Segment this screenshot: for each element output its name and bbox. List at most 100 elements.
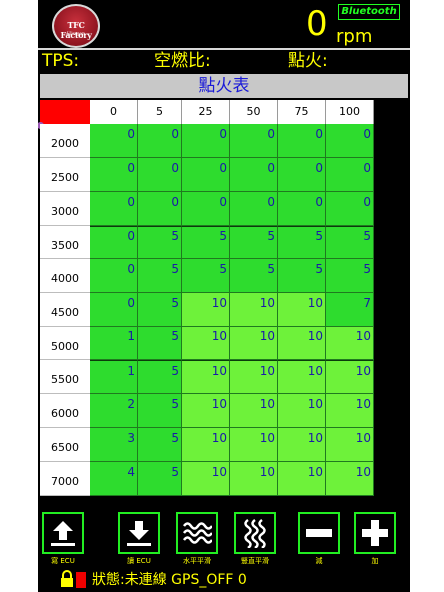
- table-cell[interactable]: 10: [230, 394, 278, 428]
- bluetooth-button[interactable]: Bluetooth: [338, 4, 400, 20]
- table-cell[interactable]: 10: [278, 428, 326, 462]
- row-header: 2500: [40, 158, 90, 192]
- table-cell[interactable]: 0: [326, 192, 374, 226]
- table-title: 點火表: [40, 74, 408, 98]
- table-cell[interactable]: 0: [278, 192, 326, 226]
- table-cell[interactable]: 4: [90, 462, 138, 496]
- table-cell[interactable]: 0: [90, 259, 138, 293]
- increase-button[interactable]: [354, 512, 396, 554]
- table-cell[interactable]: 5: [326, 259, 374, 293]
- table-cell[interactable]: 10: [326, 462, 374, 496]
- column-header: 25: [182, 100, 230, 124]
- table-cell[interactable]: 10: [326, 327, 374, 360]
- logo-subtext: Hiugen: [66, 31, 86, 37]
- table-cell[interactable]: 10: [230, 462, 278, 496]
- column-header: 100: [326, 100, 374, 124]
- table-cell[interactable]: 10: [278, 462, 326, 496]
- table-cell[interactable]: 5: [138, 462, 182, 496]
- write-ecu-label: 寫 ECU: [51, 557, 75, 565]
- vertical-smooth-label: 豎直平滑: [241, 557, 269, 565]
- table-cell[interactable]: 10: [278, 360, 326, 394]
- table-cell[interactable]: 10: [182, 360, 230, 394]
- ecu-app: TFC Factory Hiugen 0 rpm Bluetooth TPS: …: [38, 0, 410, 592]
- table-cell[interactable]: 0: [90, 192, 138, 226]
- table-cell[interactable]: 0: [90, 124, 138, 158]
- vertical-smooth-button[interactable]: [234, 512, 276, 554]
- decrease-label: 減: [315, 557, 323, 565]
- table-cell[interactable]: 10: [278, 327, 326, 360]
- decrease-button[interactable]: [298, 512, 340, 554]
- vertical-waves-icon: [244, 518, 266, 548]
- table-cell[interactable]: 10: [278, 394, 326, 428]
- table-cell[interactable]: 5: [230, 259, 278, 293]
- table-cell[interactable]: 0: [326, 124, 374, 158]
- table-cell[interactable]: 0: [138, 158, 182, 192]
- row-header: 6000: [40, 394, 90, 428]
- table-cell[interactable]: 0: [278, 124, 326, 158]
- table-cell[interactable]: 1: [90, 360, 138, 394]
- row-header: 7000: [40, 462, 90, 496]
- table-cell[interactable]: 5: [138, 428, 182, 462]
- lock-icon: [61, 570, 73, 587]
- table-cell[interactable]: 0: [278, 158, 326, 192]
- table-cell[interactable]: 10: [230, 293, 278, 327]
- table-cell[interactable]: 0: [90, 293, 138, 327]
- row-header: 5000: [40, 327, 90, 360]
- table-cell[interactable]: 5: [230, 226, 278, 259]
- upload-arrow-icon: [51, 521, 75, 546]
- table-cell[interactable]: 10: [230, 428, 278, 462]
- column-header: 5: [138, 100, 182, 124]
- table-cell[interactable]: 0: [90, 158, 138, 192]
- table-cell[interactable]: 3: [90, 428, 138, 462]
- tfc-factory-logo: TFC Factory Hiugen: [52, 4, 100, 48]
- table-cell[interactable]: 0: [182, 192, 230, 226]
- table-cell[interactable]: 10: [326, 428, 374, 462]
- table-cell[interactable]: 5: [182, 226, 230, 259]
- table-cell[interactable]: 0: [230, 158, 278, 192]
- table-cell[interactable]: 0: [230, 124, 278, 158]
- table-cell[interactable]: 10: [326, 394, 374, 428]
- read-ecu-label: 讀 ECU: [127, 557, 151, 565]
- table-cell[interactable]: 5: [138, 360, 182, 394]
- table-cell[interactable]: 5: [326, 226, 374, 259]
- afr-label: 空燃比:: [154, 51, 211, 71]
- header-divider: [38, 48, 410, 50]
- table-cell[interactable]: 10: [182, 428, 230, 462]
- row-header: 6500: [40, 428, 90, 462]
- horizontal-smooth-button[interactable]: [176, 512, 218, 554]
- row-header: 3000: [40, 192, 90, 226]
- table-cell[interactable]: 10: [182, 394, 230, 428]
- table-cell[interactable]: 0: [138, 124, 182, 158]
- table-cell[interactable]: 10: [182, 327, 230, 360]
- row-header: 5500: [40, 360, 90, 394]
- table-cell[interactable]: 1: [90, 327, 138, 360]
- table-cell[interactable]: 5: [278, 259, 326, 293]
- ignition-table: 0 5 25 50 75 100 2000 0 0 0 0 0 0 2500 0 0 0 0 0 0 3000 0 0 0 0 0…: [38, 100, 380, 496]
- read-ecu-button[interactable]: [118, 512, 160, 554]
- table-cell[interactable]: 5: [138, 293, 182, 327]
- table-cell[interactable]: 7: [326, 293, 374, 327]
- table-cell[interactable]: 0: [182, 124, 230, 158]
- table-cell[interactable]: 10: [230, 327, 278, 360]
- table-cell[interactable]: 0: [182, 158, 230, 192]
- table-cell[interactable]: 0: [230, 192, 278, 226]
- table-cell[interactable]: 5: [182, 259, 230, 293]
- table-cell[interactable]: 10: [182, 293, 230, 327]
- minus-icon: [306, 529, 332, 537]
- table-cell[interactable]: 2: [90, 394, 138, 428]
- table-cell[interactable]: 5: [138, 327, 182, 360]
- table-cell[interactable]: 0: [138, 192, 182, 226]
- table-cell[interactable]: 10: [326, 360, 374, 394]
- table-cell[interactable]: 5: [138, 259, 182, 293]
- status-text: 狀態:未連線 GPS_OFF 0: [92, 572, 247, 588]
- table-cell[interactable]: 0: [90, 226, 138, 259]
- table-cell[interactable]: 10: [182, 462, 230, 496]
- table-cell[interactable]: 5: [138, 394, 182, 428]
- table-cell[interactable]: 10: [230, 360, 278, 394]
- write-ecu-button[interactable]: [42, 512, 84, 554]
- table-cell[interactable]: 0: [326, 158, 374, 192]
- table-cell[interactable]: 5: [278, 226, 326, 259]
- table-cell[interactable]: 5: [138, 226, 182, 259]
- row-header: 4500: [40, 293, 90, 327]
- table-cell[interactable]: 10: [278, 293, 326, 327]
